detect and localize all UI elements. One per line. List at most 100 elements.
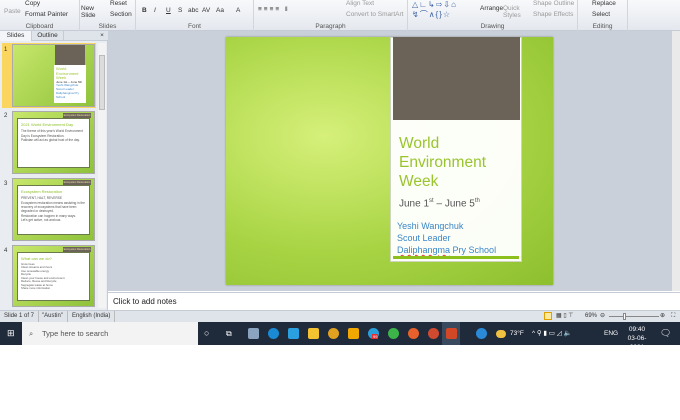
underline-button[interactable]: U	[166, 7, 171, 14]
quick-styles-button[interactable]: Quick Styles	[503, 5, 523, 19]
normal-view-icon[interactable]	[544, 312, 552, 320]
clipboard-label: Clipboard	[25, 23, 54, 30]
clipboard-group: Paste Copy Format Painter Clipboard	[0, 0, 80, 31]
thumbnail-slide-3[interactable]: Ecosystem Restoration Ecosystem Restorat…	[12, 178, 95, 241]
notes-pane[interactable]: Click to add notes	[108, 292, 680, 310]
theme-name[interactable]: "Austin"	[38, 311, 68, 322]
new-slide-button[interactable]: New Slide	[81, 5, 99, 19]
cortana-icon[interactable]: ○	[204, 322, 209, 345]
windows-start-icon[interactable]: ⊞	[7, 329, 15, 338]
thumb-title: What can we do?	[21, 256, 52, 261]
view-icons[interactable]: ▦ ▯ ⊤	[556, 311, 574, 322]
copy-button[interactable]: Copy	[25, 0, 40, 7]
replace-button[interactable]: Replace	[592, 0, 616, 7]
thumbnail-slide-4[interactable]: Ecosystem Restoration What can we do? Gr…	[12, 245, 95, 307]
fit-window-icon[interactable]: ⛶	[671, 311, 675, 322]
thumb-line: Daliphangma Pry School	[56, 91, 80, 100]
zoom-in-icon[interactable]: ⊕	[660, 311, 665, 322]
zoom-slider-handle[interactable]	[623, 313, 626, 320]
powerpoint-icon[interactable]	[446, 328, 457, 339]
notifications-icon[interactable]: 🗨	[660, 322, 671, 345]
green-accent-bar	[393, 256, 519, 259]
shadow-button[interactable]: abc	[188, 7, 198, 14]
select-button[interactable]: Select	[592, 11, 610, 18]
bold-button[interactable]: B	[142, 7, 147, 14]
chrome-icon[interactable]	[428, 328, 439, 339]
font-color-button[interactable]: A	[236, 7, 240, 14]
reset-button[interactable]: Reset	[110, 0, 127, 7]
wechat-icon[interactable]	[388, 328, 399, 339]
thumb-number: 2	[4, 113, 8, 119]
paste-button[interactable]: Paste	[4, 8, 21, 15]
drawing-group: △∟↳⇨⇩⌂ ↯⌒∧{}☆ Arrange Quick Styles Shape …	[408, 0, 578, 31]
app-icon[interactable]	[248, 328, 259, 339]
date-sup: th	[474, 198, 480, 204]
telegram-icon[interactable]: 99	[368, 328, 379, 339]
author-role: Scout Leader	[397, 233, 451, 243]
taskbar-search[interactable]: ⌕ Type here to search	[22, 322, 198, 345]
pane-tabs: Slides Outline ×	[0, 31, 108, 41]
slide-author-block[interactable]: Yeshi Wangchuk Scout Leader Daliphangma …	[397, 220, 496, 256]
zoom-slider[interactable]	[609, 316, 659, 317]
language[interactable]: English (India)	[68, 311, 116, 322]
school-name-misspelled: Daliphangma	[397, 245, 451, 255]
thumb-line: The theme of this year's World Environme…	[21, 129, 83, 138]
section-button[interactable]: Section	[110, 11, 132, 18]
edge-icon[interactable]	[268, 328, 279, 339]
tray-icons[interactable]: ^ ⚲ ▮ ▭ ◿ 🔈	[532, 322, 572, 345]
shape-outline-button[interactable]: Shape Outline	[533, 0, 574, 7]
thumbnail-slide-1[interactable]: World Environment Week June 1st – June 5…	[12, 44, 95, 107]
arrange-button[interactable]: Arrange	[480, 5, 503, 12]
file-explorer-icon[interactable]	[308, 328, 319, 339]
help-icon[interactable]	[476, 328, 487, 339]
ribbon: Paste Copy Format Painter Clipboard New …	[0, 0, 680, 31]
change-case-button[interactable]: Aa	[216, 7, 224, 14]
thumb-title: Ecosystem Restoration	[21, 189, 63, 194]
app-icon[interactable]	[288, 328, 299, 339]
thumb-line: Pakistan will act as global host of the …	[21, 138, 80, 143]
close-pane-button[interactable]: ×	[96, 31, 108, 41]
date-start: June 1	[399, 198, 430, 210]
firefox-icon[interactable]	[408, 328, 419, 339]
tab-slides[interactable]: Slides	[0, 31, 32, 41]
editing-group: Replace Select Editing	[578, 0, 628, 31]
italic-button[interactable]: I	[154, 7, 156, 14]
convert-smartart-button[interactable]: Convert to SmartArt	[346, 11, 403, 18]
chrome-icon[interactable]	[328, 328, 339, 339]
char-spacing-button[interactable]: AV	[202, 7, 210, 14]
clock-date: 03-06-2021	[627, 335, 647, 351]
title-line: Environment	[399, 154, 487, 171]
thumbnails-scrollbar[interactable]	[98, 43, 106, 308]
thumb-line: Share more information	[21, 286, 51, 291]
thumbnail-slide-2[interactable]: Ecosystem Restoration 2021 World Environ…	[12, 111, 95, 174]
app-icon[interactable]	[348, 328, 359, 339]
shapes-gallery[interactable]: △∟↳⇨⇩⌂ ↯⌒∧{}☆	[412, 0, 457, 20]
paragraph-group: ≡≡≡≡ ‖ Align Text Convert to SmartArt Pa…	[254, 0, 408, 31]
format-painter-button[interactable]: Format Painter	[25, 11, 68, 18]
font-label: Font	[187, 23, 201, 30]
slide-subtitle-date[interactable]: June 1st – June 5th	[399, 198, 480, 209]
zoom-level[interactable]: 69%	[585, 311, 597, 322]
taskbar: ⊞ ⌕ Type here to search ○ ⧉ 99 73°F ^ ⚲ ▮…	[0, 322, 680, 351]
scrollbar-thumb[interactable]	[99, 55, 105, 110]
weather-temp[interactable]: 73°F	[510, 322, 524, 345]
status-bar: Slide 1 of 7 "Austin" English (India) ▦ …	[0, 310, 680, 322]
canvas-scrollbar[interactable]	[672, 31, 680, 291]
align-text-button[interactable]: Align Text	[346, 0, 374, 7]
slide-thumbnails: 1 World Environment Week June 1st – June…	[0, 41, 108, 310]
input-language[interactable]: ENG	[604, 322, 618, 345]
slide-title[interactable]: World Environment Week	[399, 134, 486, 191]
slides-group: New Slide Reset Section Slides	[80, 0, 136, 31]
brown-box	[393, 37, 520, 120]
clock[interactable]: 09:40 03-06-2021	[622, 325, 652, 352]
align-buttons[interactable]: ≡≡≡≡ ‖	[258, 6, 290, 13]
strikethrough-button[interactable]: S	[178, 7, 182, 14]
paragraph-label: Paragraph	[315, 23, 346, 30]
task-view-icon[interactable]: ⧉	[226, 322, 232, 345]
slide-1[interactable]: World Environment Week June 1st – June 5…	[226, 37, 553, 285]
zoom-out-icon[interactable]: ⊖	[600, 311, 605, 322]
tab-outline[interactable]: Outline	[32, 31, 64, 41]
shape-effects-button[interactable]: Shape Effects	[533, 11, 573, 18]
slides-label: Slides	[98, 23, 117, 30]
thumb-title: World Environment Week	[56, 66, 79, 80]
